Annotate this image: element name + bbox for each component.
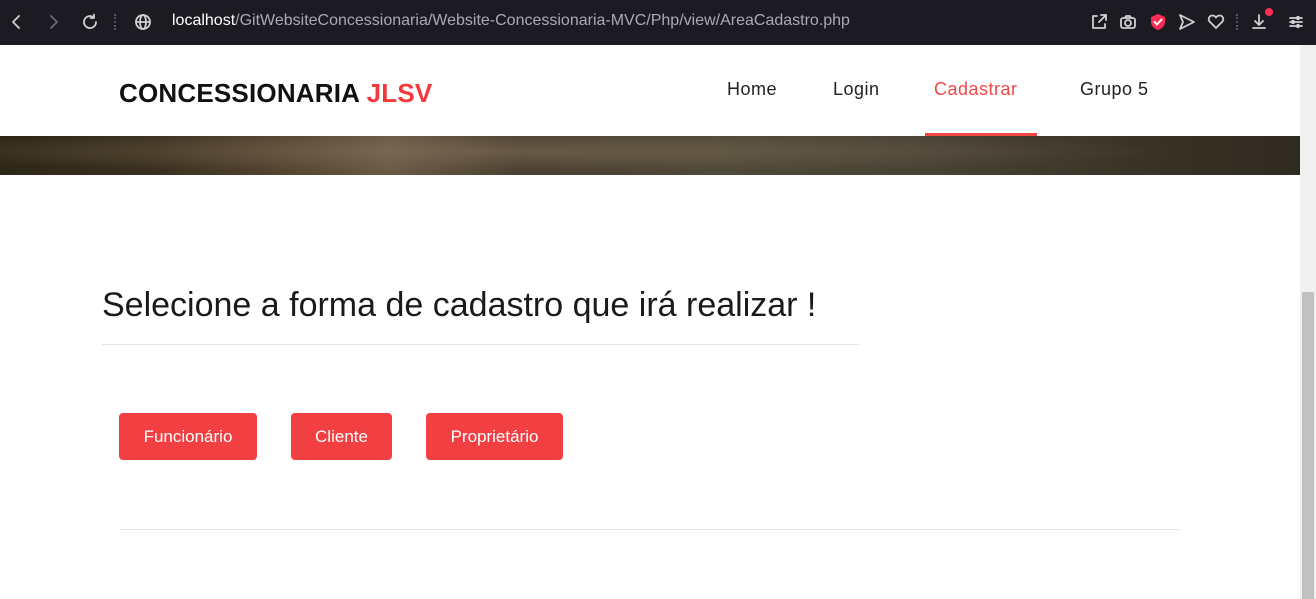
address-bar[interactable]: localhost/GitWebsiteConcessionaria/Websi… — [172, 12, 850, 30]
page-title: Selecione a forma de cadastro que irá re… — [102, 286, 817, 324]
browser-toolbar: localhost/GitWebsiteConcessionaria/Websi… — [0, 0, 1316, 45]
hero-banner — [0, 136, 1300, 175]
back-icon[interactable] — [6, 11, 28, 33]
cliente-button[interactable]: Cliente — [291, 413, 392, 460]
download-badge — [1265, 8, 1273, 16]
url-host: localhost — [172, 12, 236, 29]
menu-icon[interactable] — [1285, 11, 1307, 33]
title-divider — [102, 344, 859, 345]
nav-grupo[interactable]: Grupo 5 — [1080, 79, 1149, 100]
brand-accent: JLSV — [366, 78, 433, 108]
camera-icon[interactable] — [1117, 11, 1139, 33]
nav-cadastrar[interactable]: Cadastrar — [934, 79, 1018, 100]
url-path: /GitWebsiteConcessionaria/Website-Conces… — [235, 12, 850, 29]
toolbar-separator — [114, 14, 118, 30]
nav-home[interactable]: Home — [727, 79, 777, 100]
scrollbar-thumb[interactable] — [1302, 292, 1314, 599]
proprietario-button[interactable]: Proprietário — [426, 413, 563, 460]
brand-name: CONCESSIONARIA — [119, 78, 360, 108]
heart-icon[interactable] — [1205, 11, 1227, 33]
reload-icon[interactable] — [79, 11, 101, 33]
forward-icon[interactable] — [42, 11, 64, 33]
share-icon[interactable] — [1088, 11, 1110, 33]
funcionario-button[interactable]: Funcionário — [119, 413, 257, 460]
shield-icon[interactable] — [1147, 11, 1169, 33]
section-divider — [119, 529, 1179, 530]
toolbar-separator-right — [1236, 14, 1240, 30]
send-icon[interactable] — [1176, 11, 1198, 33]
site-header: CONCESSIONARIA JLSV Home Login Cadastrar… — [0, 45, 1300, 136]
site-logo[interactable]: CONCESSIONARIA JLSV — [119, 78, 432, 109]
site-info-icon[interactable] — [132, 11, 154, 33]
nav-login[interactable]: Login — [833, 79, 880, 100]
